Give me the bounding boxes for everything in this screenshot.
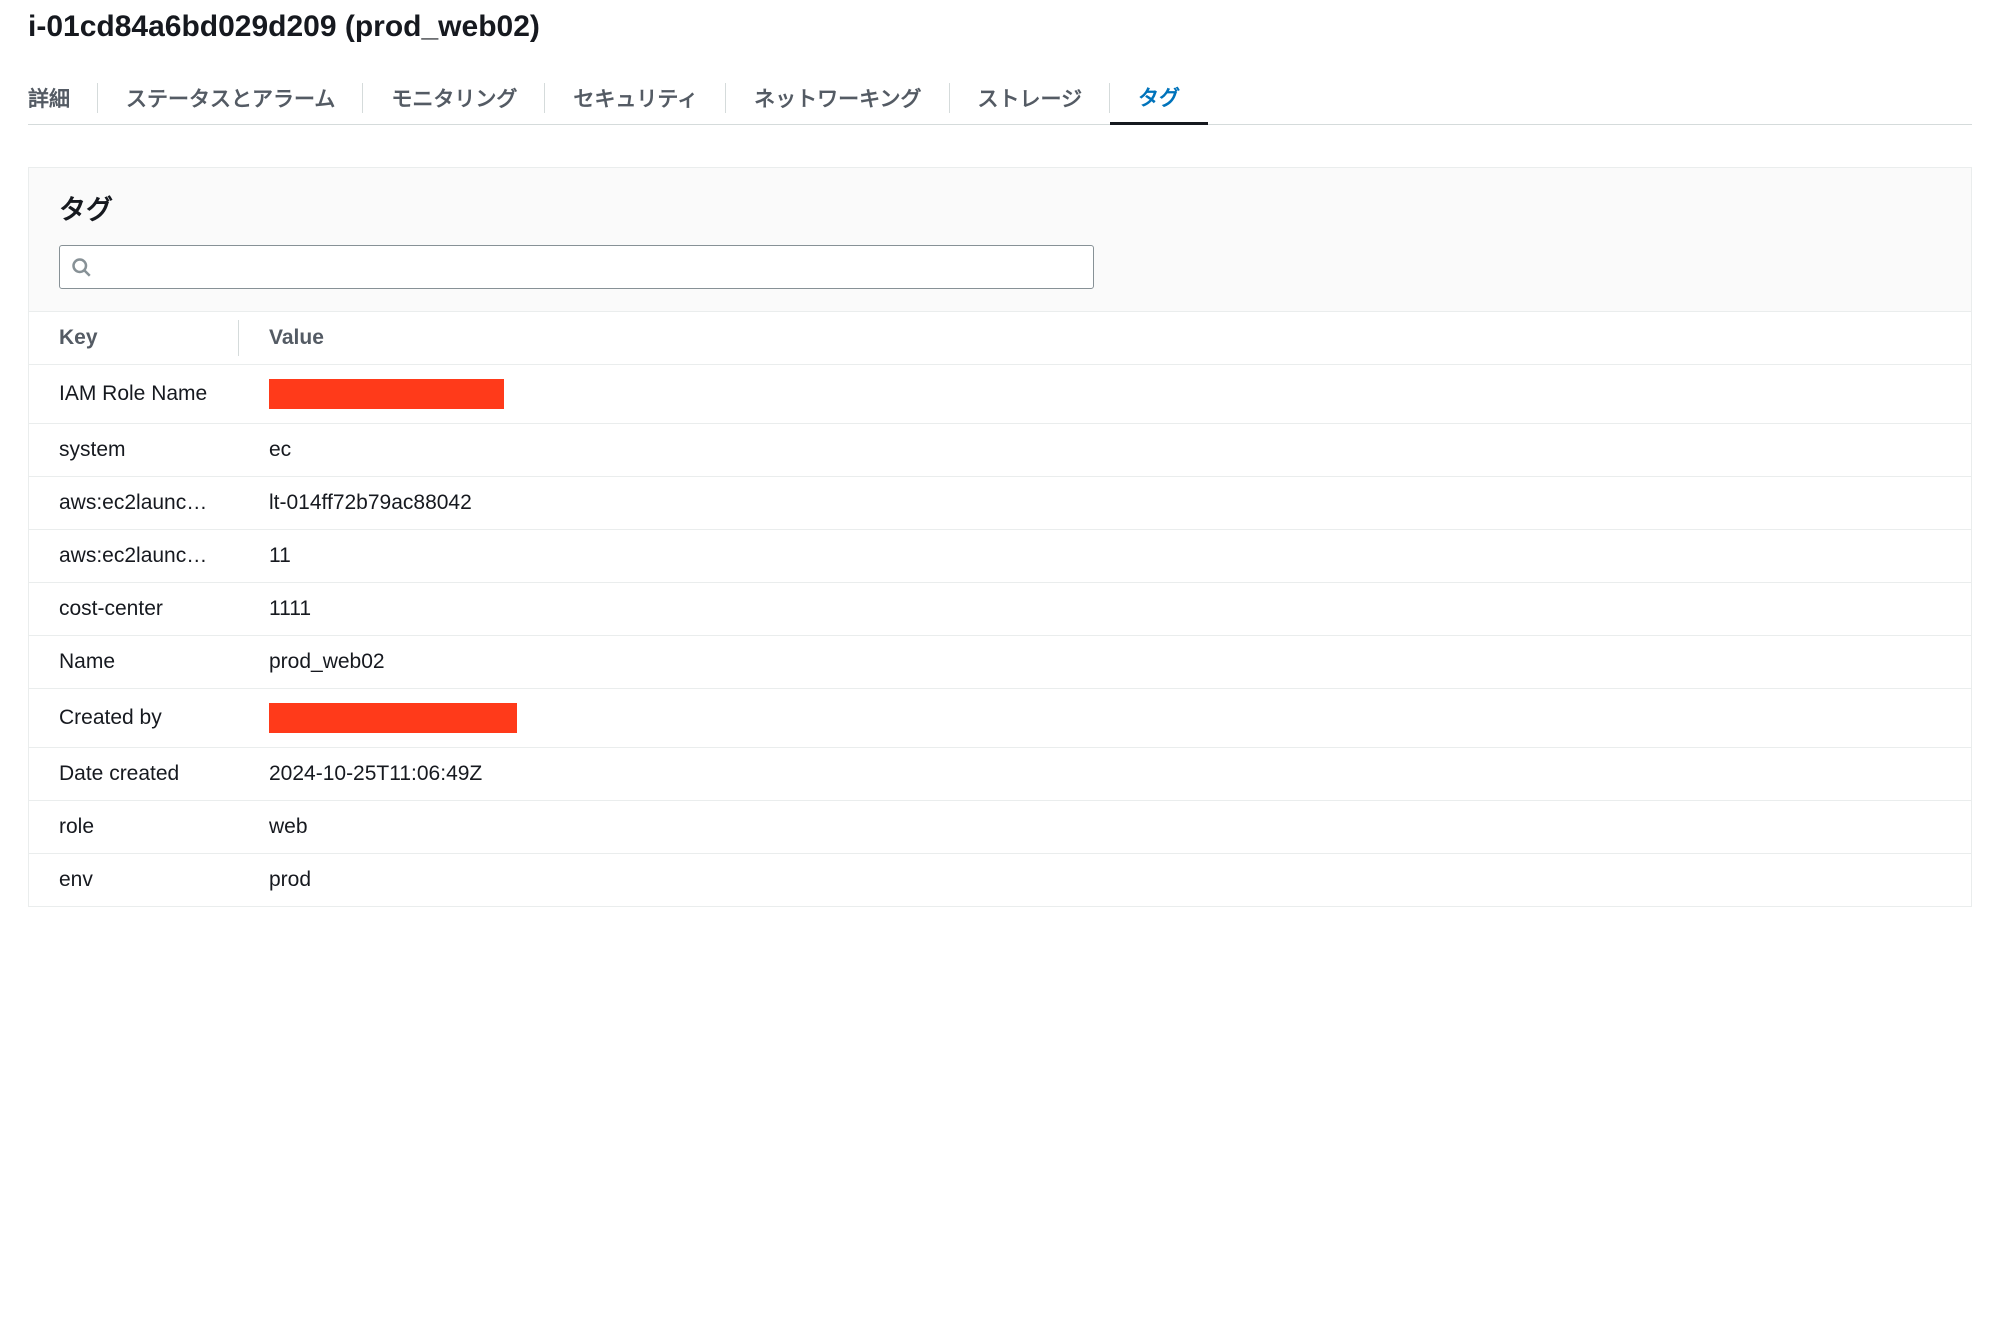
tag-value: 1111 xyxy=(239,583,1971,636)
tag-value: lt-014ff72b79ac88042 xyxy=(239,477,1971,530)
table-row: Created by xyxy=(29,689,1971,748)
tab-2[interactable]: モニタリング xyxy=(363,73,545,123)
tag-key: Name xyxy=(29,636,239,689)
tag-key: aws:ec2launc… xyxy=(29,477,239,530)
table-row: IAM Role Name xyxy=(29,365,1971,424)
tabs-bar: 詳細ステータスとアラームモニタリングセキュリティネットワーキングストレージタグ xyxy=(28,72,1972,125)
tag-key: system xyxy=(29,424,239,477)
tag-value xyxy=(239,689,1971,748)
table-row: aws:ec2launc…lt-014ff72b79ac88042 xyxy=(29,477,1971,530)
table-row: cost-center1111 xyxy=(29,583,1971,636)
table-row: roleweb xyxy=(29,801,1971,854)
tag-value: ec xyxy=(239,424,1971,477)
panel-header: タグ xyxy=(29,168,1971,312)
redacted-value xyxy=(269,703,517,733)
page-title: i-01cd84a6bd029d209 (prod_web02) xyxy=(28,10,1972,44)
table-row: Date created2024-10-25T11:06:49Z xyxy=(29,748,1971,801)
tags-table: Key Value IAM Role Namesystemecaws:ec2la… xyxy=(29,312,1971,906)
tag-value: prod xyxy=(239,854,1971,907)
tab-0[interactable]: 詳細 xyxy=(28,73,98,123)
tab-4[interactable]: ネットワーキング xyxy=(726,73,949,123)
tab-6[interactable]: タグ xyxy=(1110,72,1208,125)
tag-value: web xyxy=(239,801,1971,854)
tag-value: 2024-10-25T11:06:49Z xyxy=(239,748,1971,801)
tag-key: role xyxy=(29,801,239,854)
tab-1[interactable]: ステータスとアラーム xyxy=(98,73,363,123)
table-row: aws:ec2launc…11 xyxy=(29,530,1971,583)
tag-value: 11 xyxy=(239,530,1971,583)
search-wrap xyxy=(59,245,1094,289)
col-header-key[interactable]: Key xyxy=(29,312,239,365)
col-header-value[interactable]: Value xyxy=(239,312,1971,365)
tab-5[interactable]: ストレージ xyxy=(950,73,1111,123)
tag-value xyxy=(239,365,1971,424)
tag-key: IAM Role Name xyxy=(29,365,239,424)
tag-value: prod_web02 xyxy=(239,636,1971,689)
panel-title: タグ xyxy=(59,188,1941,227)
tag-key: env xyxy=(29,854,239,907)
table-row: Nameprod_web02 xyxy=(29,636,1971,689)
tag-key: cost-center xyxy=(29,583,239,636)
tag-key: aws:ec2launc… xyxy=(29,530,239,583)
table-header-row: Key Value xyxy=(29,312,1971,365)
tag-key: Date created xyxy=(29,748,239,801)
search-input[interactable] xyxy=(59,245,1094,289)
tab-3[interactable]: セキュリティ xyxy=(545,73,726,123)
tag-key: Created by xyxy=(29,689,239,748)
table-row: systemec xyxy=(29,424,1971,477)
table-row: envprod xyxy=(29,854,1971,907)
redacted-value xyxy=(269,379,504,409)
tags-panel: タグ Key Value IAM Role Namesystemecaws:ec… xyxy=(28,167,1972,907)
